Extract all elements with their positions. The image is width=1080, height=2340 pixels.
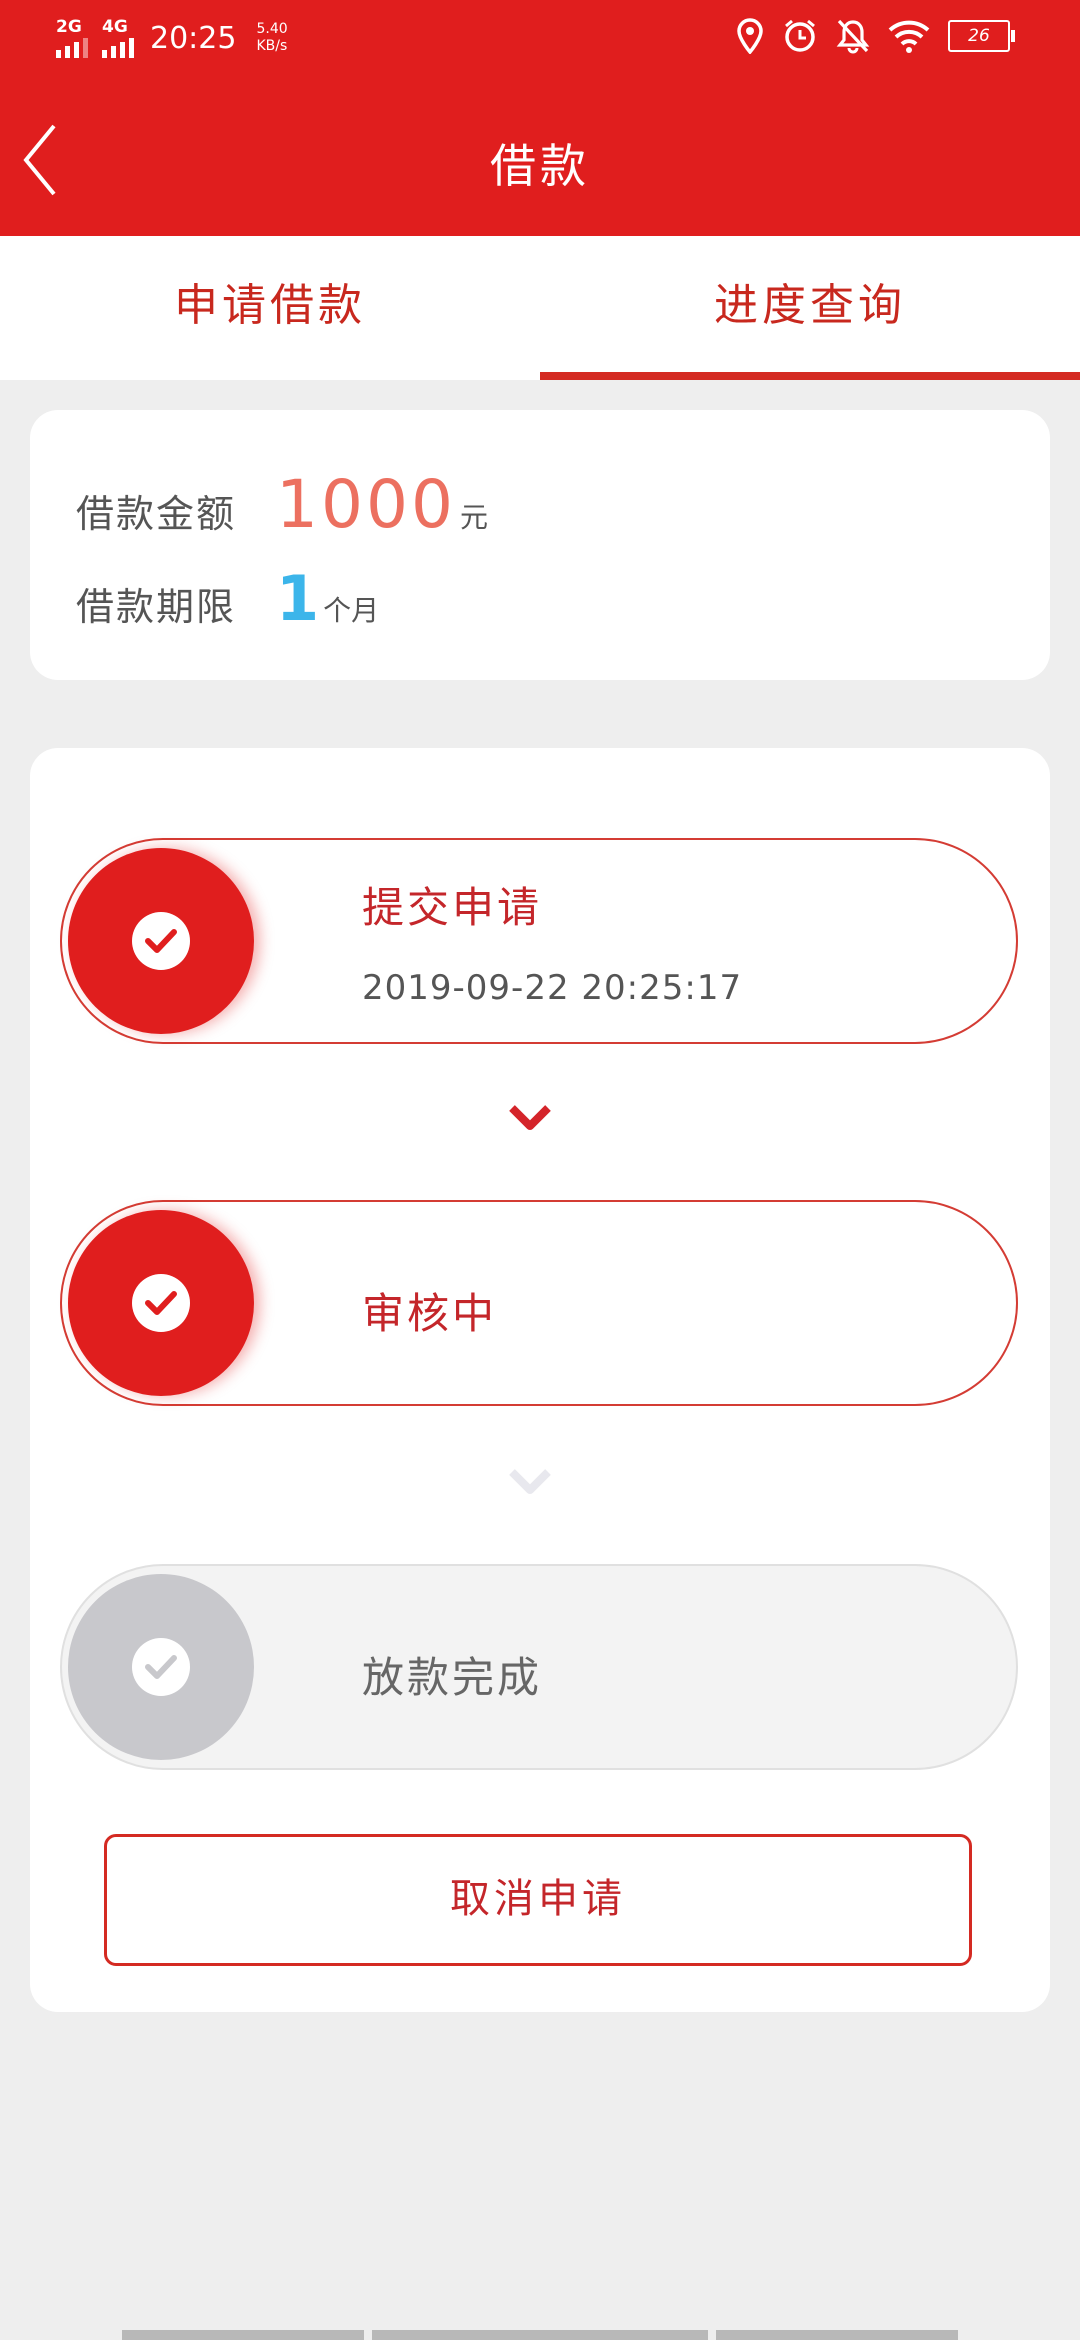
status-bar: 2G 4G 20:25 5.40 KB/s 26 xyxy=(0,0,1080,80)
signal-2g: 2G xyxy=(56,18,88,58)
active-tab-indicator xyxy=(540,372,1080,380)
tab-progress-query[interactable]: 进度查询 xyxy=(540,236,1080,380)
step-title: 放款完成 xyxy=(362,1653,543,1702)
cancel-application-button[interactable]: 取消申请 xyxy=(104,1834,972,1966)
step-submit-application: 提交申请 2019-09-22 20:25:17 xyxy=(60,838,1018,1044)
loan-term-value: 1 xyxy=(276,562,320,635)
nav-hint-bar xyxy=(716,2330,958,2340)
loan-term-label: 借款期限 xyxy=(76,585,237,629)
chevron-down-icon xyxy=(509,1469,551,1494)
loan-term-row: 借款期限 1 个月 xyxy=(76,562,379,635)
nav-hint-bar xyxy=(122,2330,364,2340)
tab-apply-loan[interactable]: 申请借款 xyxy=(0,236,540,380)
alarm-icon xyxy=(785,19,815,52)
check-icon xyxy=(132,912,190,970)
nav-hint-bar xyxy=(372,2330,708,2340)
step-status-circle xyxy=(68,1574,254,1760)
loan-amount-label: 借款金额 xyxy=(76,492,237,536)
step-title: 审核中 xyxy=(362,1289,498,1338)
bell-off-icon xyxy=(836,19,870,54)
check-icon xyxy=(132,1274,190,1332)
signal-2g-label: 2G xyxy=(56,17,82,37)
chevron-down-icon xyxy=(509,1105,551,1130)
loan-amount-row: 借款金额 1000 元 xyxy=(76,466,488,543)
signal-4g-label: 4G xyxy=(102,17,128,37)
loan-amount-unit: 元 xyxy=(459,501,488,534)
signal-bars-icon xyxy=(56,38,88,58)
network-speed: 5.40 KB/s xyxy=(256,21,287,55)
battery-level: 26 xyxy=(968,26,990,46)
loan-amount-value: 1000 xyxy=(276,466,456,543)
wifi-icon xyxy=(888,20,930,53)
loan-term-unit: 个月 xyxy=(323,594,380,627)
check-icon xyxy=(132,1638,190,1696)
loan-summary-card: 借款金额 1000 元 借款期限 1 个月 xyxy=(30,410,1050,680)
step-loan-disbursed: 放款完成 xyxy=(60,1564,1018,1770)
signal-4g: 4G xyxy=(102,18,134,58)
battery-icon: 26 xyxy=(948,20,1015,52)
step-title: 提交申请 xyxy=(362,883,543,932)
speed-value: 5.40 xyxy=(256,21,288,37)
step-time: 2019-09-22 20:25:17 xyxy=(362,968,743,1008)
tab-bar: 申请借款 进度查询 xyxy=(0,236,1080,380)
step-under-review: 审核中 xyxy=(60,1200,1018,1406)
step-status-circle xyxy=(68,848,254,1034)
app-header: 2G 4G 20:25 5.40 KB/s 26 借款 xyxy=(0,0,1080,236)
location-icon xyxy=(737,18,763,54)
speed-unit: KB/s xyxy=(256,38,288,54)
signal-bars-icon xyxy=(102,38,134,58)
progress-card: 提交申请 2019-09-22 20:25:17 审核中 放款完成 取消申请 xyxy=(30,748,1050,2012)
status-time: 20:25 xyxy=(150,20,237,56)
step-status-circle xyxy=(68,1210,254,1396)
page-title: 借款 xyxy=(490,139,590,193)
